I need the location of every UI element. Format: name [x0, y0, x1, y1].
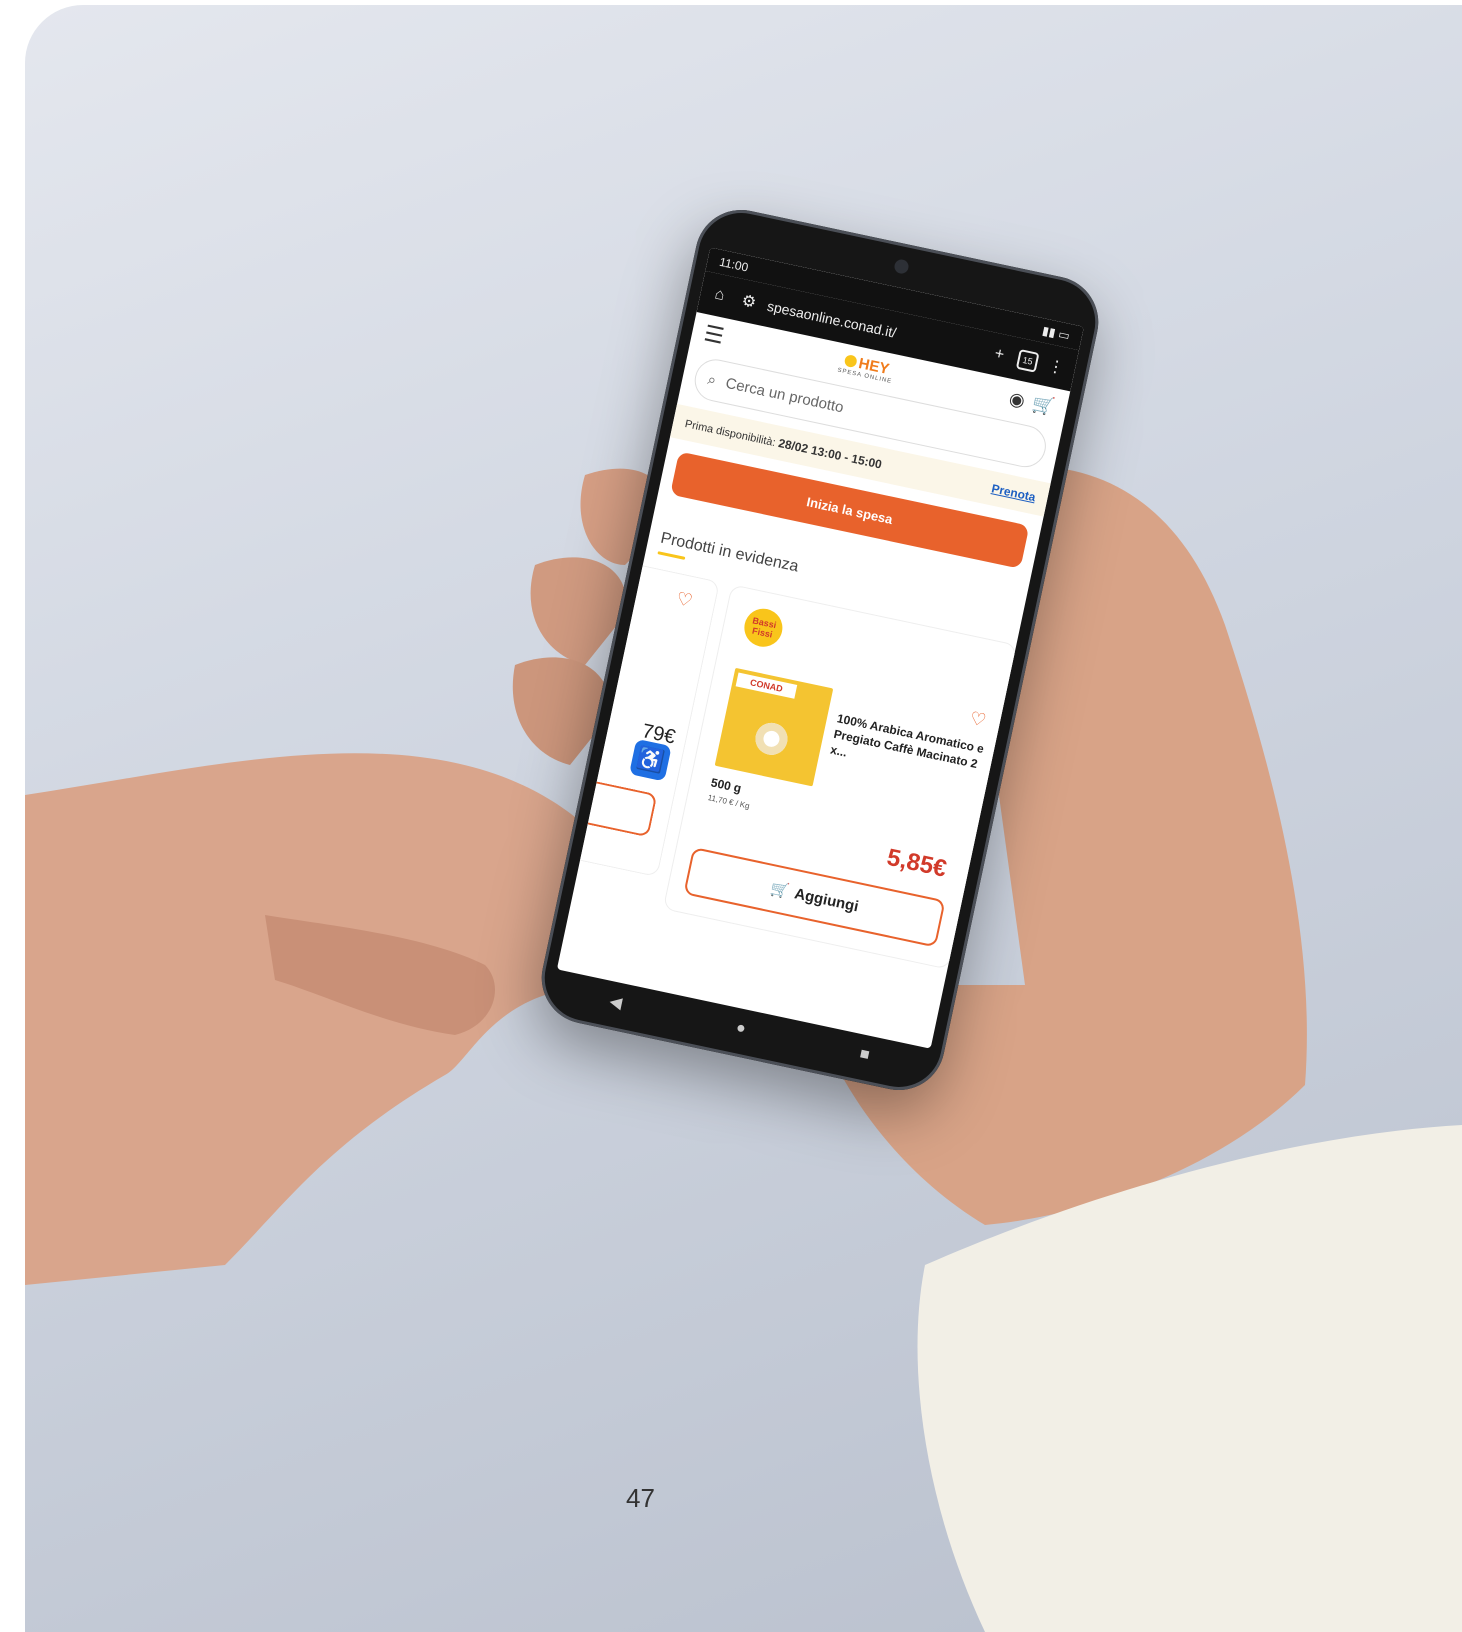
status-time: 11:00: [718, 254, 750, 275]
signal-battery-icon: ▮▮ ▭: [1040, 323, 1072, 343]
product-name[interactable]: 100% Arabica Aromatico e Pregiato Caffè …: [829, 710, 986, 788]
new-tab-icon[interactable]: +: [986, 342, 1012, 368]
add-to-cart-label: Aggiungi: [792, 884, 861, 915]
heart-icon[interactable]: ♡: [968, 708, 988, 732]
menu-icon[interactable]: ☰: [702, 320, 727, 350]
page-number: 47: [626, 1483, 655, 1513]
photo-background: 11:00 ▮▮ ▭ ⌂ ⚙ spesaonline.conad.it/ + 1…: [25, 5, 1462, 1632]
heart-icon[interactable]: ♡: [674, 588, 695, 612]
search-icon: ⌕: [706, 370, 718, 389]
tab-count-button[interactable]: 15: [1015, 348, 1040, 373]
hey-logo[interactable]: HEY SPESA ONLINE: [837, 350, 896, 385]
search-placeholder: Cerca un prodotto: [724, 374, 846, 416]
back-icon[interactable]: ◀: [608, 991, 624, 1013]
product-image: CONAD: [714, 667, 834, 787]
add-button-previous[interactable]: [587, 781, 658, 838]
sun-icon: [843, 354, 859, 369]
product-brand: CONAD: [735, 672, 798, 699]
product-carousel: ♡ 79€ ♿ Bassi Fissi ♡ CONAD 100% Arabica…: [574, 552, 1020, 970]
price-per-kg: 11,70 € / Kg: [706, 793, 751, 811]
product-price: 5,85€: [884, 843, 949, 883]
cart-icon[interactable]: 🛒: [1030, 393, 1057, 418]
coffee-cup-icon: [752, 719, 791, 758]
home-icon[interactable]: ⌂: [706, 282, 732, 308]
accessibility-icon[interactable]: ♿: [629, 738, 672, 782]
availability-label: Prima disponibilità:: [683, 418, 777, 450]
product-weight: 500 g: [709, 775, 743, 796]
header-icons: ◉ 🛒: [1007, 388, 1056, 418]
product-card[interactable]: Bassi Fissi ♡ CONAD 100% Arabica Aromati…: [662, 584, 1018, 970]
left-hand: [25, 753, 632, 1285]
home-nav-icon[interactable]: ●: [734, 1019, 747, 1039]
availability-slot: 28/02 13:00 - 15:00: [777, 436, 884, 472]
more-menu-icon[interactable]: ⋮: [1043, 354, 1069, 380]
bassi-fissi-badge: Bassi Fissi: [740, 605, 786, 651]
front-camera: [893, 258, 910, 275]
site-settings-icon[interactable]: ⚙: [736, 289, 762, 315]
account-icon[interactable]: ◉: [1007, 388, 1027, 412]
prenota-link[interactable]: Prenota: [990, 481, 1037, 504]
recents-icon[interactable]: ■: [858, 1045, 871, 1065]
cart-icon: 🛒: [768, 880, 791, 901]
